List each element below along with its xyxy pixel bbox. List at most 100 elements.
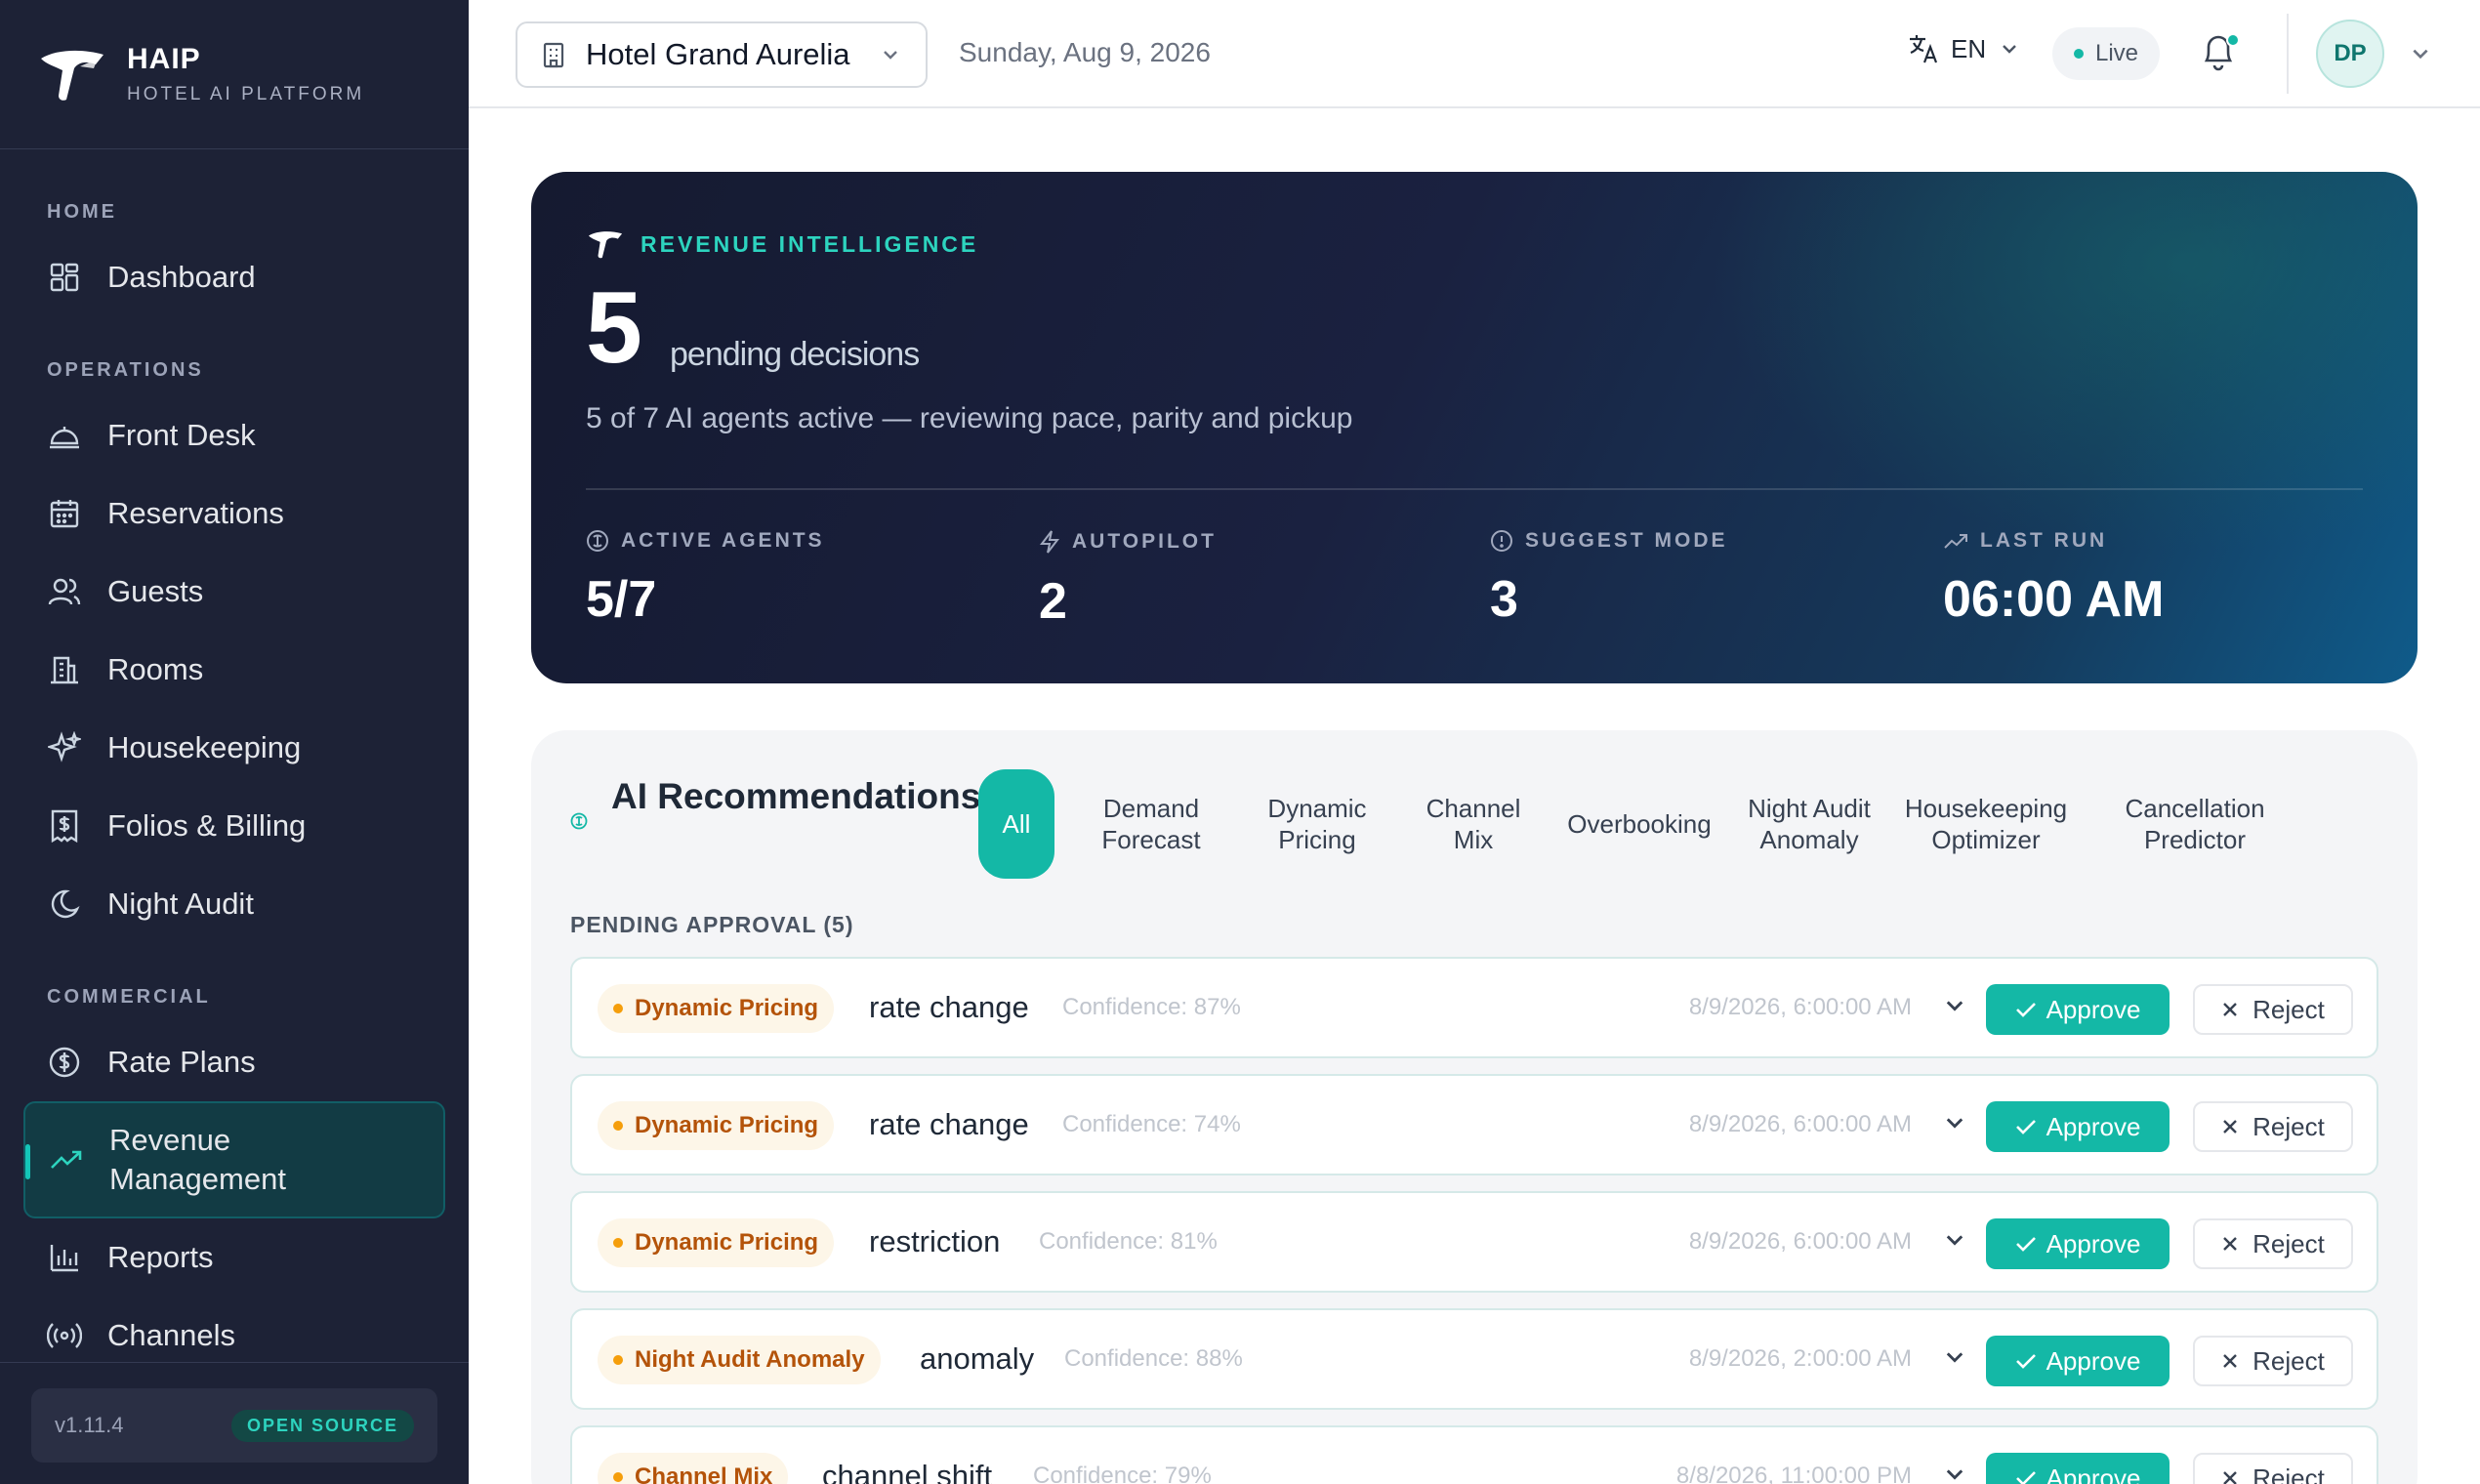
agent-icon (587, 530, 608, 552)
sidebar-item-front-desk[interactable]: Front Desk (23, 396, 445, 474)
agent-badge: Night Audit Anomaly (598, 1336, 881, 1384)
building-icon (47, 652, 82, 687)
sidebar-item-folios-billing[interactable]: Folios & Billing (23, 787, 445, 865)
recommendation-time: 8/9/2026, 6:00:00 AM (1688, 994, 1912, 1020)
language-selector[interactable]: EN (1908, 33, 2019, 64)
sidebar-item-label: Folios & Billing (107, 808, 307, 843)
dashboard-icon (47, 260, 82, 295)
chevron-down-icon[interactable] (1943, 1228, 1966, 1252)
pending-approval-label: PENDING APPROVAL (5) (570, 912, 854, 937)
hotel-selector[interactable]: Hotel Grand Aurelia (516, 21, 928, 88)
sidebar-item-revenue-management[interactable]: Revenue Management (23, 1101, 445, 1218)
reject-label: Reject (2253, 1111, 2325, 1141)
tab-demand-forecast[interactable]: Demand Forecast (1078, 769, 1224, 879)
hero-subtitle: 5 of 7 AI agents active — reviewing pace… (586, 402, 1353, 434)
reject-button[interactable]: Reject (2193, 1101, 2353, 1152)
tab-overbooking[interactable]: Overbooking (1552, 769, 1726, 879)
recommendation-time: 8/9/2026, 2:00:00 AM (1688, 1345, 1912, 1372)
recommendation-row[interactable]: Dynamic Pricing restriction Confidence: … (570, 1191, 2378, 1293)
recommendation-type: rate change (869, 1107, 1029, 1141)
recommendation-time: 8/8/2026, 11:00:00 PM (1675, 1463, 1912, 1484)
stat-label: ACTIVE AGENTS (621, 529, 825, 552)
sidebar-item-rate-plans[interactable]: Rate Plans (23, 1023, 445, 1101)
sidebar-item-night-audit[interactable]: Night Audit (23, 865, 445, 943)
approve-button[interactable]: Approve (1986, 1218, 2170, 1269)
sidebar-item-housekeeping[interactable]: Housekeeping (23, 709, 445, 787)
sidebar-item-label: Reservations (107, 496, 284, 530)
lightning-icon (1039, 530, 1060, 554)
reject-button[interactable]: Reject (2193, 1218, 2353, 1269)
tab-housekeeping-optimizer[interactable]: Housekeeping Optimizer (1890, 769, 2082, 879)
confidence-label: Confidence: 87% (1062, 994, 1241, 1020)
live-status-badge: Live (2052, 27, 2161, 80)
sidebar-item-label: Channels (107, 1318, 235, 1352)
sidebar-item-label: Dashboard (107, 260, 256, 294)
live-dot (2074, 49, 2084, 59)
brand[interactable]: HAIP HOTEL AI PLATFORM (0, 0, 469, 149)
recommendation-type: anomaly (920, 1341, 1035, 1376)
stat-label: SUGGEST MODE (1525, 529, 1728, 552)
approve-label: Approve (2046, 1111, 2141, 1141)
approve-button[interactable]: Approve (1986, 1101, 2170, 1152)
recommendation-row[interactable]: Dynamic Pricing rate change Confidence: … (570, 1074, 2378, 1175)
nav-section-operations: OPERATIONS (47, 359, 204, 381)
users-icon (47, 574, 82, 609)
translate-icon (1910, 35, 1938, 63)
check-icon (2015, 1003, 2036, 1017)
recommendation-type: channel shift (822, 1459, 993, 1484)
chevron-down-icon[interactable] (1943, 1345, 1966, 1369)
recommendation-row[interactable]: Dynamic Pricing rate change Confidence: … (570, 957, 2378, 1058)
recommendation-row[interactable]: Channel Mix channel shift Confidence: 79… (570, 1425, 2378, 1484)
reject-button[interactable]: Reject (2193, 984, 2353, 1035)
approve-button[interactable]: Approve (1986, 984, 2170, 1035)
chevron-down-icon[interactable] (2410, 43, 2431, 64)
recommendation-row[interactable]: Night Audit Anomaly anomaly Confidence: … (570, 1308, 2378, 1410)
broadcast-icon (47, 1318, 82, 1353)
reject-button[interactable]: Reject (2193, 1336, 2353, 1386)
approve-button[interactable]: Approve (1986, 1453, 2170, 1484)
agent-badge: Dynamic Pricing (598, 1101, 835, 1150)
brand-logo-icon (41, 50, 103, 101)
divider (2287, 14, 2289, 94)
revenue-intelligence-hero: REVENUE INTELLIGENCE 5 pending decisions… (531, 172, 2418, 683)
open-source-badge[interactable]: OPEN SOURCE (230, 1409, 414, 1442)
stat-value: 5/7 (586, 571, 657, 628)
check-icon (2015, 1354, 2036, 1369)
sidebar-item-label: Guests (107, 574, 204, 608)
tab-dynamic-pricing[interactable]: Dynamic Pricing (1244, 769, 1390, 879)
sidebar-item-reservations[interactable]: Reservations (23, 474, 445, 553)
tab-channel-mix[interactable]: Channel Mix (1410, 769, 1537, 879)
chevron-down-icon[interactable] (1943, 1111, 1966, 1134)
agent-badge: Channel Mix (598, 1453, 789, 1484)
confidence-label: Confidence: 81% (1039, 1228, 1218, 1255)
hero-eyebrow-label: REVENUE INTELLIGENCE (641, 230, 979, 257)
sidebar-item-label: Rooms (107, 652, 204, 686)
sidebar-item-rooms[interactable]: Rooms (23, 631, 445, 709)
sidebar-item-guests[interactable]: Guests (23, 553, 445, 631)
chevron-down-icon (884, 51, 897, 60)
approve-button[interactable]: Approve (1986, 1336, 2170, 1386)
sidebar-footer: v1.11.4 OPEN SOURCE (0, 1362, 469, 1484)
bar-chart-icon (47, 1240, 82, 1275)
pending-count: 5 (586, 271, 642, 385)
chevron-down-icon[interactable] (1943, 994, 1966, 1017)
sidebar-item-dashboard[interactable]: Dashboard (23, 238, 445, 316)
live-label: Live (2095, 40, 2139, 66)
panel-title: AI Recommendations (611, 776, 981, 816)
dollar-circle-icon (47, 1045, 82, 1080)
hero-eyebrow: REVENUE INTELLIGENCE (586, 228, 978, 260)
sidebar-item-reports[interactable]: Reports (23, 1218, 445, 1297)
trending-up-icon (49, 1142, 84, 1177)
user-avatar[interactable]: DP (2316, 20, 2384, 88)
tab-all[interactable]: All (978, 769, 1054, 879)
tab-cancellation-predictor[interactable]: Cancellation Predictor (2097, 769, 2293, 879)
chevron-down-icon[interactable] (1943, 1463, 1966, 1484)
sidebar: HAIP HOTEL AI PLATFORM HOME Dashboard OP… (0, 0, 469, 1484)
notifications-button[interactable] (2199, 29, 2242, 76)
check-icon (2015, 1120, 2036, 1134)
reject-button[interactable]: Reject (2193, 1453, 2353, 1484)
bell-desk-icon (47, 418, 82, 453)
approve-label: Approve (2046, 1463, 2141, 1484)
tab-night-audit-anomaly[interactable]: Night Audit Anomaly (1742, 769, 1877, 879)
recommendation-time: 8/9/2026, 6:00:00 AM (1688, 1228, 1912, 1255)
